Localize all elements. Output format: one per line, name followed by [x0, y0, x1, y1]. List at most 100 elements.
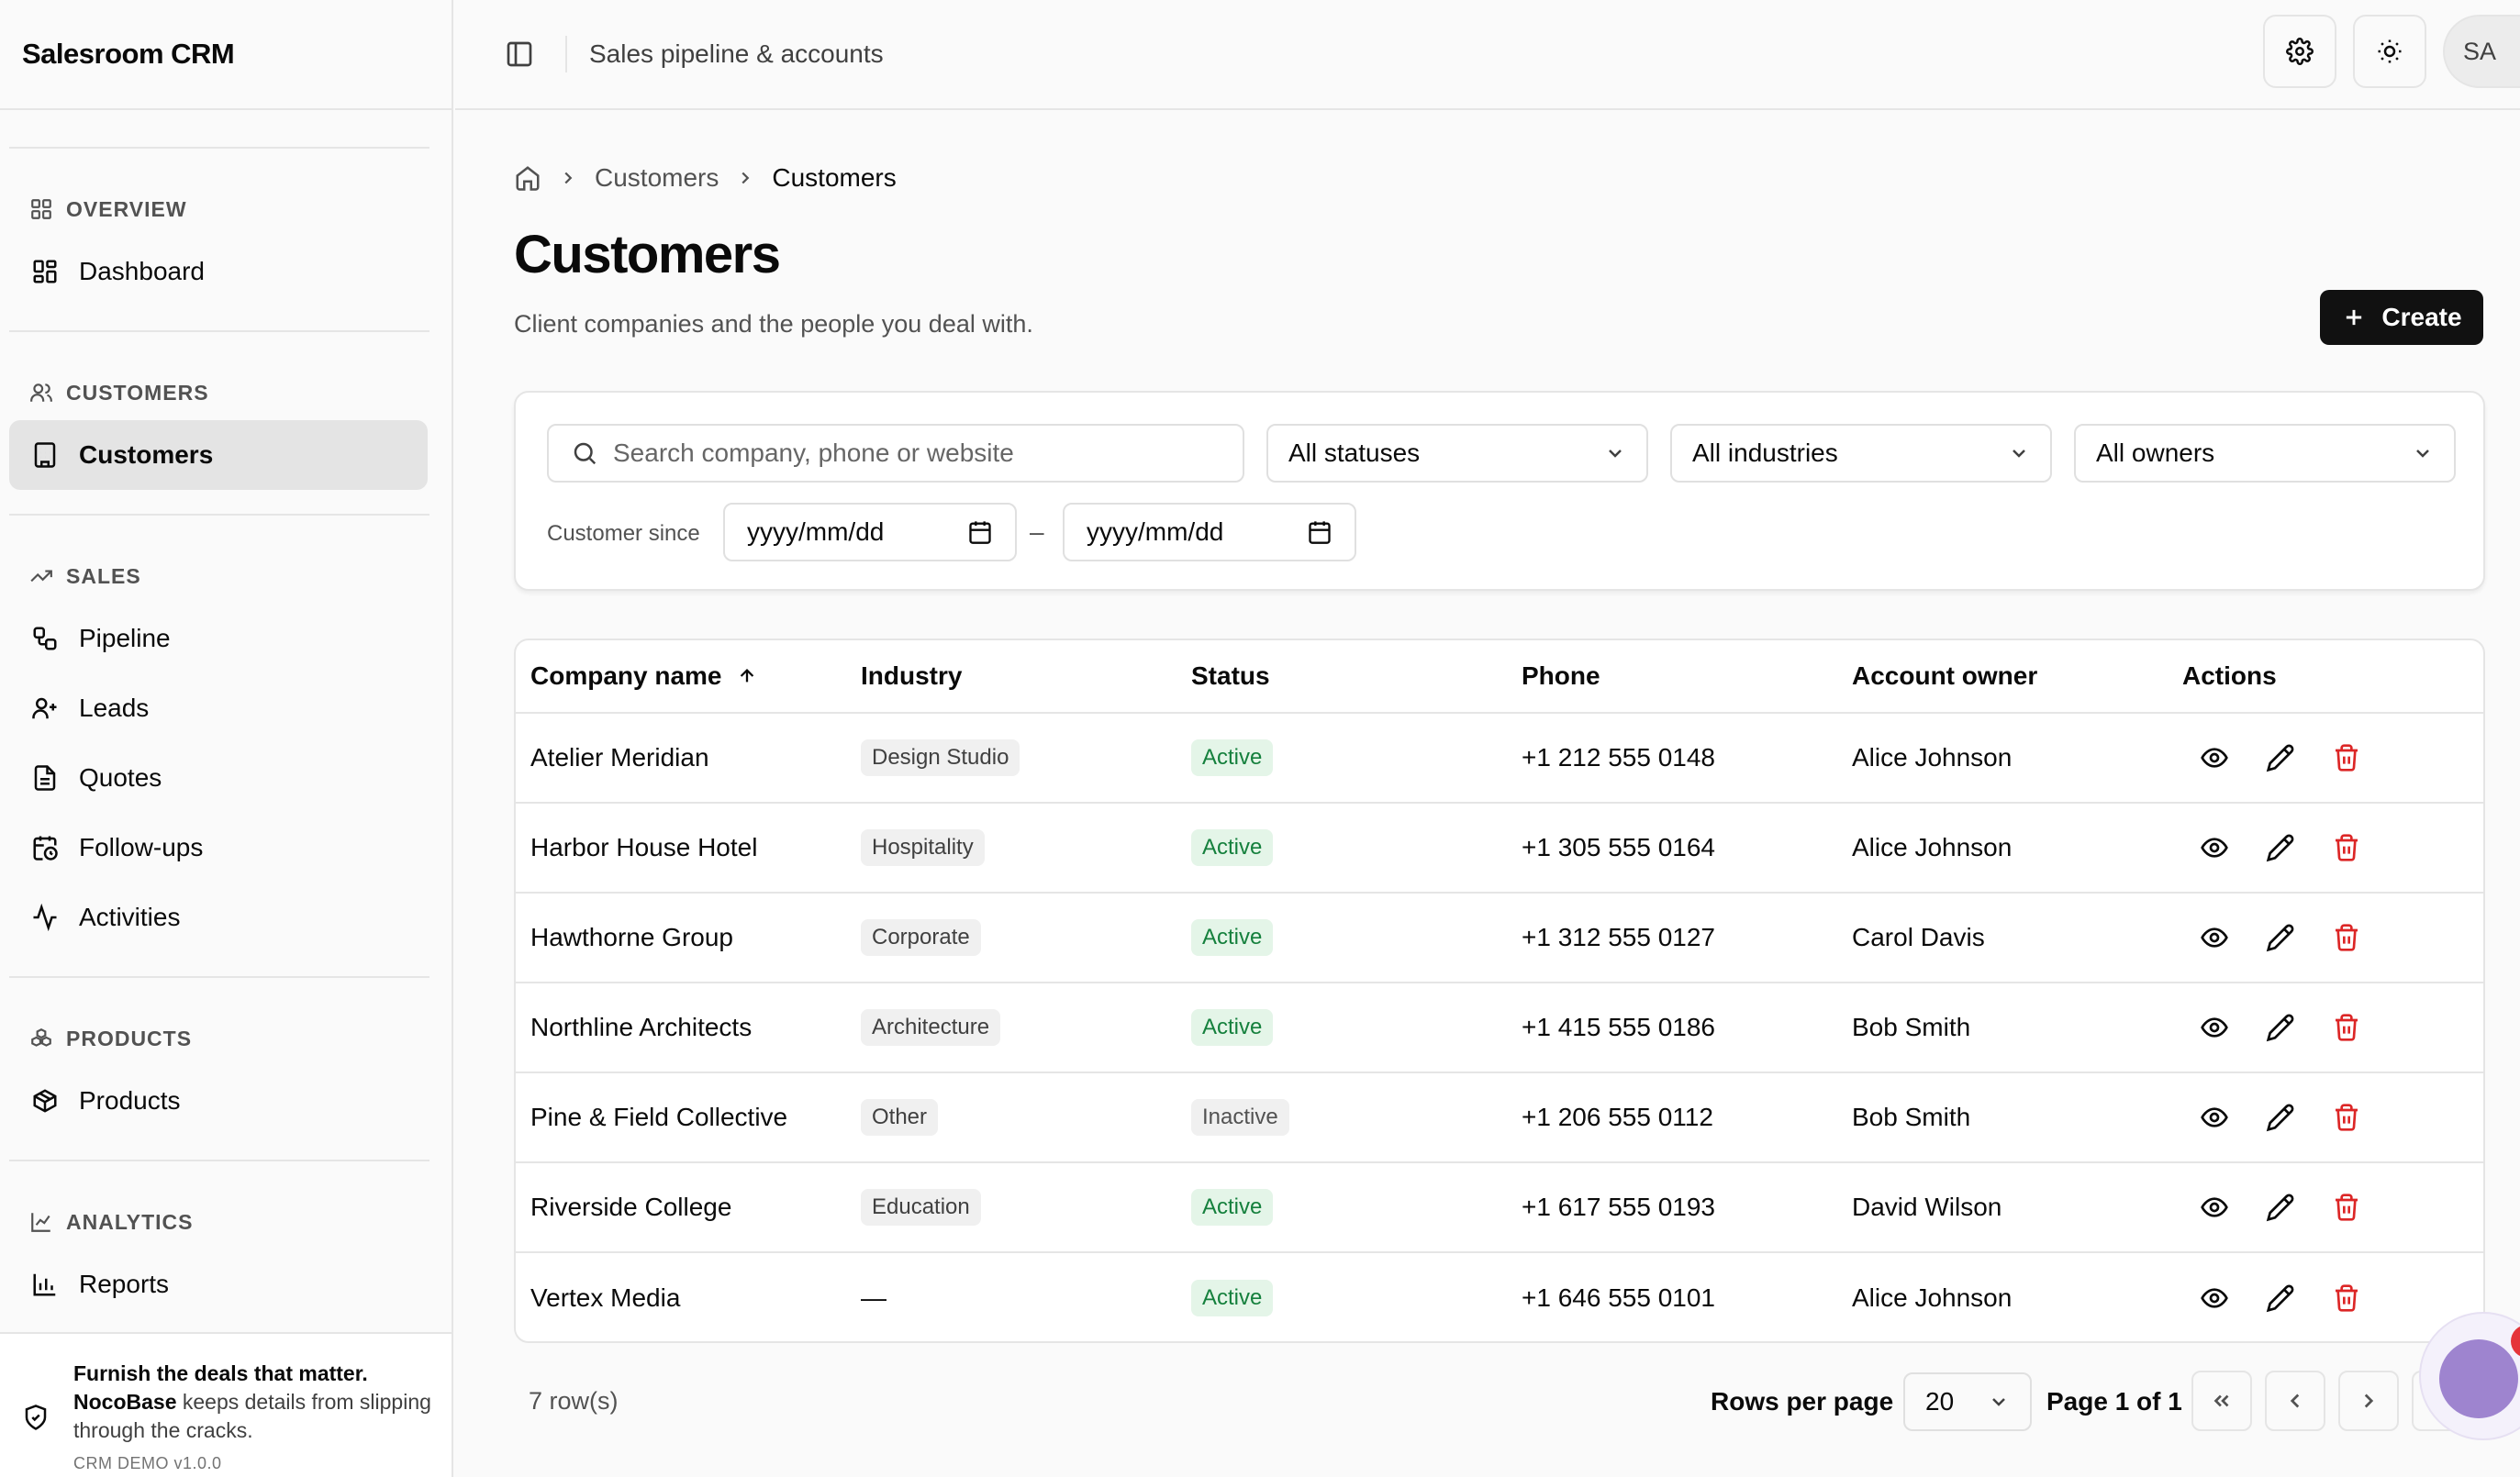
- previous-page-button[interactable]: [2265, 1371, 2325, 1431]
- delete-button[interactable]: [2327, 1279, 2366, 1317]
- sidebar-item-reports[interactable]: Reports: [9, 1249, 428, 1319]
- trending-up-icon: [30, 570, 52, 583]
- phone-cell: +1 206 555 0112: [1522, 1103, 1713, 1131]
- delete-button[interactable]: [2327, 918, 2366, 957]
- avatar[interactable]: SA: [2443, 15, 2520, 88]
- date-to-input[interactable]: yyyy/mm/dd: [1063, 503, 1356, 561]
- sidebar-item-leads[interactable]: Leads: [9, 673, 428, 743]
- chevron-down-icon: [1992, 1398, 2005, 1406]
- sidebar-item-pipeline[interactable]: Pipeline: [9, 604, 428, 673]
- sidebar-item-activities[interactable]: Activities: [9, 883, 428, 952]
- grid-icon: [31, 199, 51, 219]
- owner-cell: David Wilson: [1852, 1193, 2002, 1221]
- breadcrumb-current: Customers: [772, 163, 897, 192]
- sidebar-item-label: Reports: [79, 1270, 170, 1298]
- topbar-title: Sales pipeline & accounts: [589, 39, 884, 68]
- date-from-input[interactable]: yyyy/mm/dd: [723, 503, 1017, 561]
- edit-button[interactable]: [2261, 918, 2300, 957]
- pencil-icon: [2266, 924, 2294, 952]
- view-button[interactable]: [2195, 1188, 2234, 1227]
- search-icon: [574, 442, 597, 465]
- table-row[interactable]: Harbor House Hotel Hospitality Active +1 30…: [516, 804, 2483, 894]
- package-icon: [33, 1089, 57, 1113]
- table-row[interactable]: Pine & Field Collective Other Inactive +1 2…: [516, 1073, 2483, 1163]
- group-label-analytics: ANALYTICS: [0, 1194, 452, 1249]
- view-button[interactable]: [2195, 918, 2234, 957]
- status-badge: Active: [1191, 829, 1274, 866]
- industry-tag: —: [861, 1283, 886, 1312]
- sidebar-item-products[interactable]: Products: [9, 1066, 428, 1136]
- rows-per-page-select[interactable]: 20: [1903, 1372, 2032, 1431]
- edit-button[interactable]: [2261, 1188, 2300, 1227]
- view-button[interactable]: [2195, 1008, 2234, 1047]
- view-button[interactable]: [2195, 1279, 2234, 1317]
- column-header-company[interactable]: Company name: [530, 640, 757, 712]
- breadcrumb-link[interactable]: Customers: [595, 163, 719, 193]
- home-icon[interactable]: [514, 164, 541, 192]
- calendar-clock-icon: [33, 836, 58, 861]
- calendar-icon[interactable]: [967, 519, 993, 545]
- eye-icon: [2201, 1017, 2228, 1038]
- create-button[interactable]: Create: [2320, 290, 2483, 345]
- pencil-icon: [2266, 1284, 2294, 1313]
- view-button[interactable]: [2195, 738, 2234, 777]
- delete-button[interactable]: [2327, 1188, 2366, 1227]
- edit-button[interactable]: [2261, 1279, 2300, 1317]
- trash-icon: [2336, 834, 2358, 861]
- industry-cell: Corporate: [861, 894, 981, 982]
- create-button-label: Create: [2381, 303, 2462, 331]
- owner-cell: Alice Johnson: [1852, 743, 2013, 772]
- sort-ascending-icon[interactable]: [737, 666, 757, 686]
- eye-icon: [2201, 927, 2228, 948]
- status-cell: Active: [1191, 804, 1274, 892]
- sidebar-item-customers[interactable]: Customers: [9, 420, 428, 490]
- status-badge: Active: [1191, 739, 1274, 776]
- delete-button[interactable]: [2327, 738, 2366, 777]
- phone-cell: +1 305 555 0164: [1522, 833, 1715, 861]
- pencil-icon: [2266, 834, 2294, 862]
- edit-button[interactable]: [2261, 828, 2300, 867]
- bar-chart-icon: [33, 1273, 56, 1296]
- table-row[interactable]: Vertex Media — Active +1 646 555 0101 Alice …: [516, 1253, 2483, 1341]
- sidebar-item-label: Leads: [79, 694, 150, 722]
- table-row[interactable]: Hawthorne Group Corporate Active +1 312 555…: [516, 894, 2483, 983]
- chevron-right-icon: [564, 172, 573, 184]
- sidebar-item-dashboard[interactable]: Dashboard: [9, 237, 428, 306]
- plus-icon: [2347, 309, 2362, 326]
- sidebar-item-label: Pipeline: [79, 624, 171, 652]
- sidebar-item-follow-ups[interactable]: Follow-ups: [9, 813, 428, 883]
- next-page-button[interactable]: [2338, 1371, 2399, 1431]
- edit-button[interactable]: [2261, 738, 2300, 777]
- delete-button[interactable]: [2327, 1008, 2366, 1047]
- trash-icon: [2336, 1284, 2358, 1312]
- support-avatar-icon: [2439, 1339, 2518, 1418]
- table-row[interactable]: Atelier Meridian Design Studio Active +1 21…: [516, 714, 2483, 804]
- table-row[interactable]: Riverside College Education Active +1 617 5…: [516, 1163, 2483, 1253]
- company-name-cell: Vertex Media: [530, 1283, 681, 1312]
- status-badge: Inactive: [1191, 1099, 1289, 1136]
- file-text-icon: [34, 765, 56, 791]
- table-row[interactable]: Northline Architects Architecture Active +1…: [516, 983, 2483, 1073]
- breadcrumb: Customers Customers: [514, 163, 897, 193]
- delete-button[interactable]: [2327, 1098, 2366, 1137]
- page-description: Client companies and the people you deal…: [514, 310, 1033, 338]
- user-plus-icon: [32, 697, 57, 719]
- industry-tag: Hospitality: [861, 829, 985, 866]
- column-header-actions: Actions: [2182, 661, 2277, 690]
- settings-button[interactable]: [2263, 15, 2336, 88]
- status-filter-select[interactable]: All statuses: [1266, 424, 1648, 483]
- theme-toggle-button[interactable]: [2353, 15, 2426, 88]
- owner-filter-select[interactable]: All owners: [2074, 424, 2456, 483]
- industry-filter-select[interactable]: All industries: [1670, 424, 2052, 483]
- actions-cell: [2195, 1073, 2366, 1161]
- calendar-icon[interactable]: [1307, 519, 1332, 545]
- sidebar-toggle-button[interactable]: [494, 28, 545, 80]
- search-input[interactable]: Search company, phone or website: [547, 424, 1244, 483]
- edit-button[interactable]: [2261, 1098, 2300, 1137]
- edit-button[interactable]: [2261, 1008, 2300, 1047]
- sidebar-item-quotes[interactable]: Quotes: [9, 743, 428, 813]
- view-button[interactable]: [2195, 828, 2234, 867]
- first-page-button[interactable]: [2191, 1371, 2252, 1431]
- view-button[interactable]: [2195, 1098, 2234, 1137]
- delete-button[interactable]: [2327, 828, 2366, 867]
